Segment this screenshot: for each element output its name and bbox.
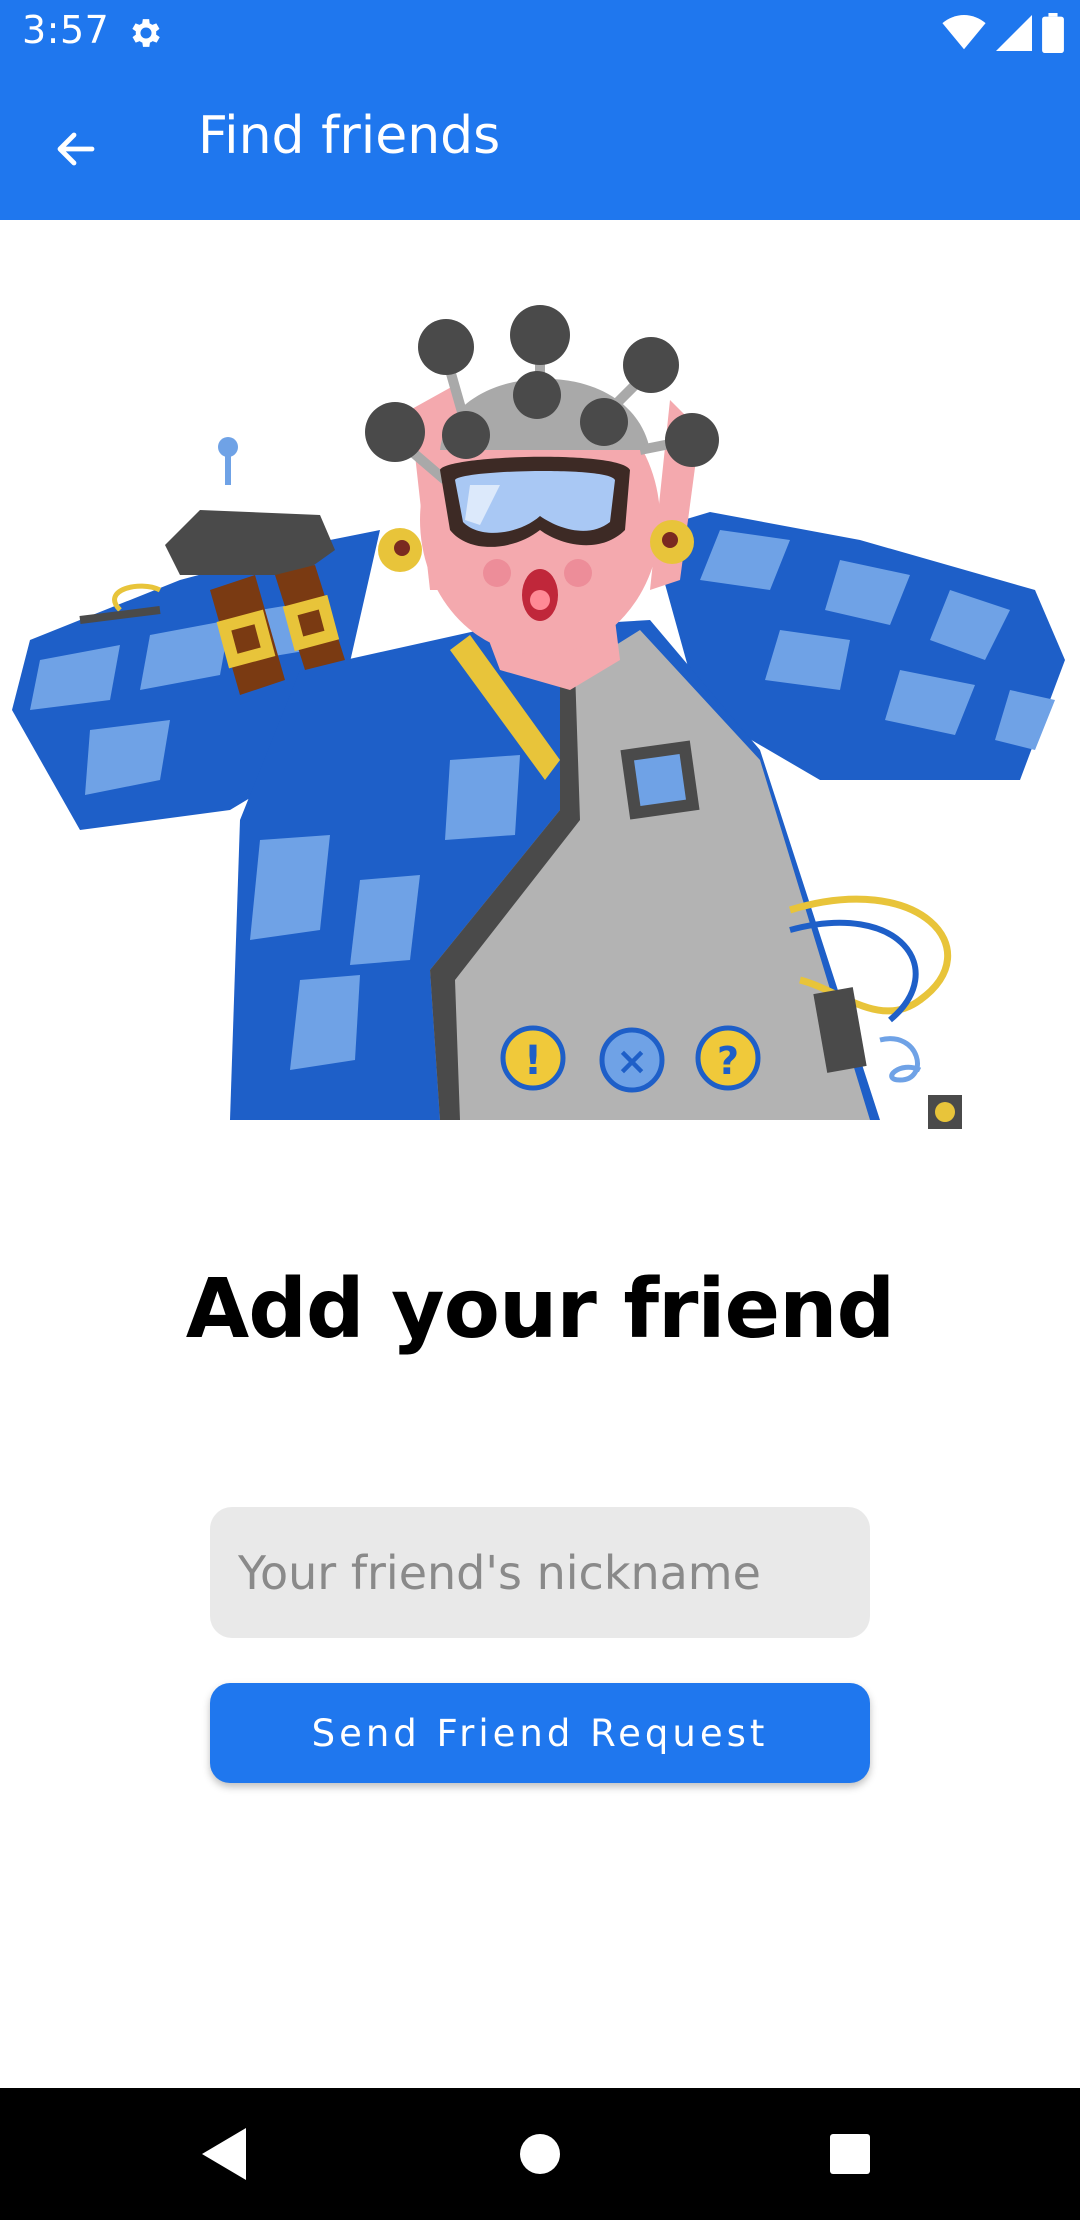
back-button[interactable] xyxy=(40,113,112,185)
app-title: Find friends xyxy=(198,106,501,166)
svg-text:!: ! xyxy=(524,1038,542,1084)
scientist-illustration: ! × ? xyxy=(12,305,1065,1129)
status-icons xyxy=(942,12,1064,54)
signal-icon xyxy=(996,15,1032,51)
settings-icon xyxy=(132,19,160,47)
wifi-icon xyxy=(942,15,986,50)
send-friend-request-button[interactable]: Send Friend Request xyxy=(210,1683,870,1783)
nav-recents-button[interactable] xyxy=(810,2114,890,2194)
app-bar: Find friends xyxy=(0,66,1080,220)
find-friends-screen: 3:57 Find friends ! × ? Add your friend … xyxy=(0,0,1080,2220)
system-nav-bar xyxy=(0,2088,1080,2220)
battery-icon xyxy=(1042,13,1064,53)
back-triangle-icon xyxy=(202,2128,246,2180)
nickname-input[interactable] xyxy=(210,1507,870,1638)
arrow-back-icon xyxy=(57,132,95,166)
status-bar: 3:57 xyxy=(0,0,1080,66)
svg-text:?: ? xyxy=(717,1039,739,1083)
nav-home-button[interactable] xyxy=(500,2114,580,2194)
page-heading: Add your friend xyxy=(185,1262,895,1357)
recents-square-icon xyxy=(830,2134,870,2174)
svg-text:×: × xyxy=(616,1039,648,1083)
status-time: 3:57 xyxy=(22,8,110,52)
nav-back-button[interactable] xyxy=(186,2114,266,2194)
home-circle-icon xyxy=(520,2134,560,2174)
